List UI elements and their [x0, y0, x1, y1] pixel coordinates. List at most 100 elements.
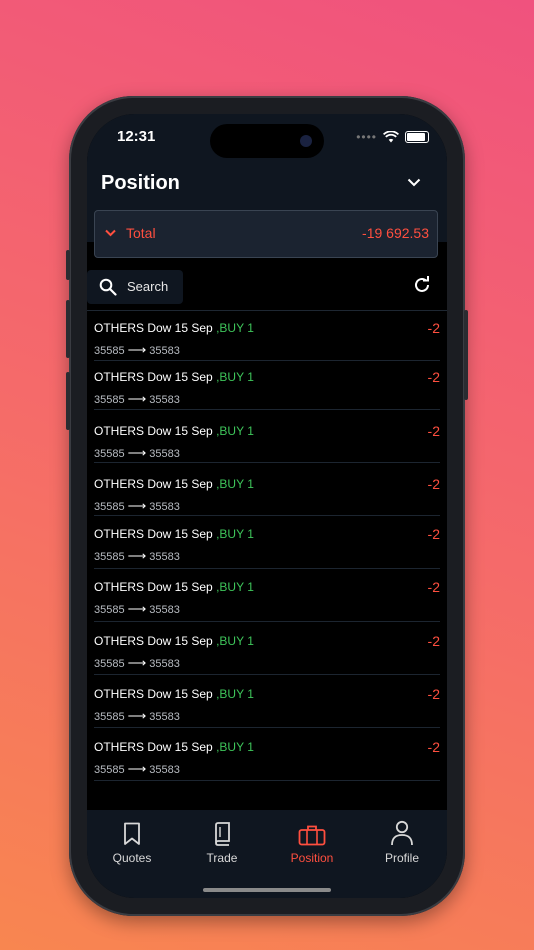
open-price: 35585 — [94, 448, 125, 460]
current-price: 35583 — [149, 604, 180, 616]
position-prices: 35585 ⟶ 35583 — [94, 601, 180, 617]
tab-trade[interactable]: Trade — [177, 818, 267, 865]
position-title: OTHERS Dow 15 Sep ,BUY 1 — [94, 321, 254, 335]
open-price: 35585 — [94, 345, 125, 357]
tab-profile[interactable]: Profile — [357, 818, 447, 865]
camera-icon — [300, 135, 312, 147]
volume-down-button — [66, 372, 70, 430]
position-row[interactable]: OTHERS Dow 15 Sep ,BUY 1 35585 ⟶ 35583 -2 — [94, 622, 440, 675]
position-pl: -2 — [427, 423, 440, 439]
current-price: 35583 — [149, 501, 180, 513]
power-button — [464, 310, 468, 400]
refresh-icon[interactable] — [413, 276, 431, 294]
current-price: 35583 — [149, 394, 180, 406]
position-row[interactable]: OTHERS Dow 15 Sep ,BUY 1 35585 ⟶ 35583 -2 — [94, 410, 440, 463]
position-row[interactable]: OTHERS Dow 15 Sep ,BUY 1 35585 ⟶ 35583 -2 — [94, 728, 440, 781]
position-row[interactable]: OTHERS Dow 15 Sep ,BUY 1 35585 ⟶ 35583 -2 — [94, 516, 440, 569]
position-side: ,BUY 1 — [216, 370, 254, 384]
position-side: ,BUY 1 — [216, 634, 254, 648]
tab-position[interactable]: Position — [267, 818, 357, 865]
position-prices: 35585 ⟶ 35583 — [94, 445, 180, 461]
position-title: OTHERS Dow 15 Sep ,BUY 1 — [94, 370, 254, 384]
divider — [87, 310, 447, 311]
search-label: Search — [127, 279, 169, 294]
tab-label: Quotes — [112, 851, 152, 865]
position-prices: 35585 ⟶ 35583 — [94, 342, 180, 358]
position-row[interactable]: OTHERS Dow 15 Sep ,BUY 1 35585 ⟶ 35583 -2 — [94, 463, 440, 516]
position-pl: -2 — [427, 633, 440, 649]
bookmark-icon — [124, 822, 140, 845]
instrument-name: OTHERS Dow 15 Sep — [94, 321, 213, 335]
position-title: OTHERS Dow 15 Sep ,BUY 1 — [94, 527, 254, 541]
arrow-right-icon: ⟶ — [127, 601, 147, 616]
arrow-right-icon: ⟶ — [127, 708, 147, 723]
position-title: OTHERS Dow 15 Sep ,BUY 1 — [94, 477, 254, 491]
tab-quotes[interactable]: Quotes — [87, 818, 177, 865]
briefcase-icon — [298, 825, 326, 846]
open-price: 35585 — [94, 658, 125, 670]
position-side: ,BUY 1 — [216, 527, 254, 541]
wifi-icon — [383, 131, 399, 143]
position-title: OTHERS Dow 15 Sep ,BUY 1 — [94, 580, 254, 594]
position-row[interactable]: OTHERS Dow 15 Sep ,BUY 1 35585 ⟶ 35583 -2 — [94, 675, 440, 728]
position-side: ,BUY 1 — [216, 740, 254, 754]
instrument-name: OTHERS Dow 15 Sep — [94, 424, 213, 438]
open-price: 35585 — [94, 394, 125, 406]
position-prices: 35585 ⟶ 35583 — [94, 655, 180, 671]
instrument-name: OTHERS Dow 15 Sep — [94, 687, 213, 701]
mute-switch — [66, 250, 70, 280]
arrow-right-icon: ⟶ — [127, 548, 147, 563]
chevron-down-icon[interactable] — [407, 178, 421, 187]
arrow-right-icon: ⟶ — [127, 498, 147, 513]
tab-label: Trade — [206, 851, 238, 865]
instrument-name: OTHERS Dow 15 Sep — [94, 634, 213, 648]
position-prices: 35585 ⟶ 35583 — [94, 498, 180, 514]
position-title: OTHERS Dow 15 Sep ,BUY 1 — [94, 634, 254, 648]
search-button[interactable]: Search — [87, 270, 183, 304]
open-price: 35585 — [94, 551, 125, 563]
position-side: ,BUY 1 — [216, 424, 254, 438]
current-price: 35583 — [149, 711, 180, 723]
instrument-name: OTHERS Dow 15 Sep — [94, 370, 213, 384]
arrow-right-icon: ⟶ — [127, 655, 147, 670]
position-row[interactable]: OTHERS Dow 15 Sep ,BUY 1 35585 ⟶ 35583 -2 — [94, 569, 440, 622]
current-price: 35583 — [149, 551, 180, 563]
home-indicator[interactable] — [203, 888, 331, 892]
position-prices: 35585 ⟶ 35583 — [94, 391, 180, 407]
search-icon — [99, 278, 117, 296]
tab-label: Position — [290, 851, 334, 865]
position-row[interactable]: OTHERS Dow 15 Sep ,BUY 1 35585 ⟶ 35583 -2 — [94, 361, 440, 410]
open-price: 35585 — [94, 501, 125, 513]
instrument-name: OTHERS Dow 15 Sep — [94, 477, 213, 491]
position-side: ,BUY 1 — [216, 687, 254, 701]
tab-label: Profile — [384, 851, 419, 865]
open-price: 35585 — [94, 604, 125, 616]
arrow-right-icon: ⟶ — [127, 761, 147, 776]
chevron-down-icon — [105, 229, 116, 237]
position-side: ,BUY 1 — [216, 477, 254, 491]
instrument-name: OTHERS Dow 15 Sep — [94, 740, 213, 754]
position-pl: -2 — [427, 320, 440, 336]
position-title: OTHERS Dow 15 Sep ,BUY 1 — [94, 687, 254, 701]
arrow-right-icon: ⟶ — [127, 391, 147, 406]
position-side: ,BUY 1 — [216, 321, 254, 335]
current-price: 35583 — [149, 658, 180, 670]
position-title: OTHERS Dow 15 Sep ,BUY 1 — [94, 740, 254, 754]
dynamic-island — [210, 124, 324, 158]
signal-icon: •••• — [356, 130, 377, 144]
positions-list: OTHERS Dow 15 Sep ,BUY 1 35585 ⟶ 35583 -2 … — [94, 312, 440, 781]
open-price: 35585 — [94, 711, 125, 723]
position-side: ,BUY 1 — [216, 580, 254, 594]
position-pl: -2 — [427, 579, 440, 595]
tab-bar: Quotes Trade Position Profile — [87, 810, 447, 898]
app-screen: 12:31 •••• Position Total -19 692.53 Sea… — [87, 114, 447, 898]
position-pl: -2 — [427, 739, 440, 755]
person-icon — [391, 820, 413, 846]
current-price: 35583 — [149, 345, 180, 357]
position-title: OTHERS Dow 15 Sep ,BUY 1 — [94, 424, 254, 438]
position-pl: -2 — [427, 476, 440, 492]
position-pl: -2 — [427, 526, 440, 542]
total-summary[interactable]: Total -19 692.53 — [94, 210, 438, 258]
open-price: 35585 — [94, 764, 125, 776]
position-row[interactable]: OTHERS Dow 15 Sep ,BUY 1 35585 ⟶ 35583 -2 — [94, 312, 440, 361]
